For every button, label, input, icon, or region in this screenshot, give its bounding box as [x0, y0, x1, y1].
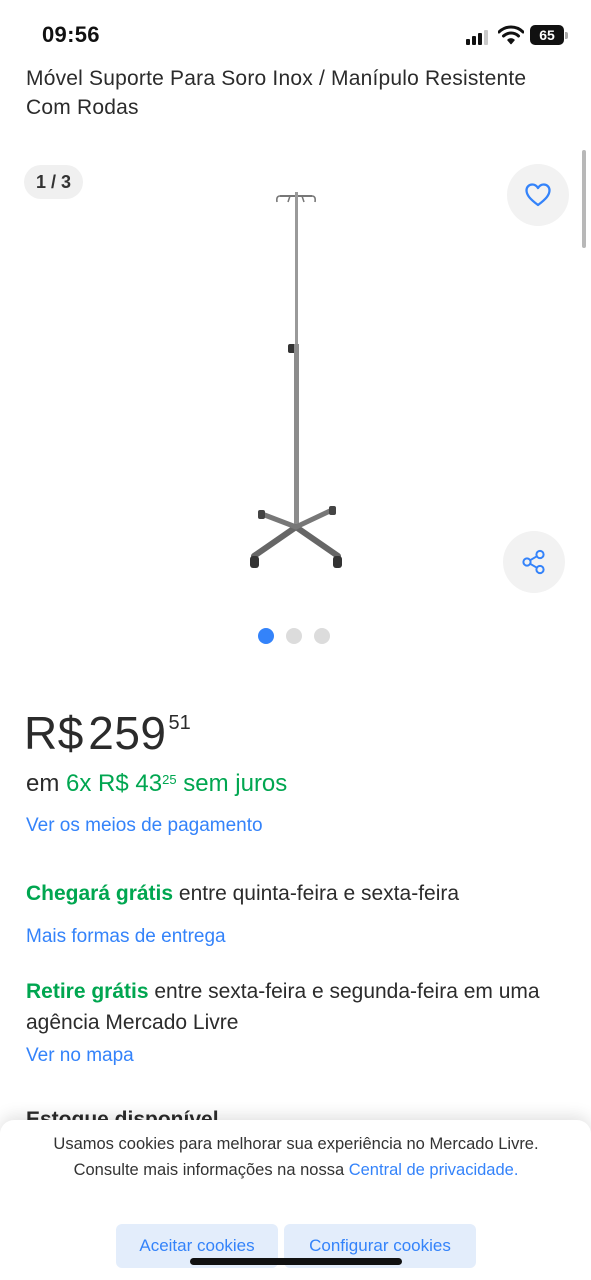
home-indicator: [190, 1258, 402, 1265]
price-currency: R$: [24, 707, 84, 759]
installments-currency: R$: [98, 770, 129, 797]
payment-methods-link[interactable]: Ver os meios de pagamento: [26, 815, 263, 837]
status-time: 09:56: [42, 22, 100, 47]
product-image[interactable]: [240, 184, 350, 576]
gallery-pagination: [258, 628, 330, 646]
installments-cents: 25: [162, 772, 177, 787]
share-button[interactable]: [503, 531, 565, 593]
installments-integer: 43: [135, 770, 163, 797]
installments-suffix: sem juros: [183, 770, 288, 797]
image-gallery[interactable]: 1 / 3: [0, 150, 591, 670]
image-counter: 1 / 3: [24, 165, 84, 199]
scrollbar[interactable]: [582, 150, 586, 248]
cookie-text: Usamos cookies para melhorar sua experiê…: [36, 1132, 556, 1183]
signal-icon: [466, 29, 490, 45]
price-cents: 51: [168, 712, 191, 734]
pickup-highlight: Retire grátis: [26, 980, 149, 1003]
cookie-banner: Usamos cookies para melhorar sua experiê…: [0, 1120, 591, 1280]
status-bar: 09:56 65: [0, 0, 591, 64]
installments-prefix: em: [26, 770, 60, 797]
gallery-dot[interactable]: [314, 628, 330, 644]
privacy-center-link[interactable]: Central de privacidade.: [349, 1161, 519, 1179]
battery-level: 65: [530, 25, 564, 45]
pickup-info: Retire grátis entre sexta-feira e segund…: [26, 976, 566, 1038]
shipping-highlight: Chegará grátis: [26, 882, 174, 905]
share-icon: [522, 549, 545, 575]
delivery-options-link[interactable]: Mais formas de entrega: [26, 926, 226, 948]
gallery-dot[interactable]: [258, 628, 274, 644]
wifi-icon: [498, 25, 524, 45]
shipping-info: Chegará grátis entre quinta-feira e sext…: [26, 882, 459, 906]
product-title: Móvel Suporte Para Soro Inox / Manípulo …: [26, 67, 527, 119]
battery-icon: 65: [530, 25, 568, 45]
gallery-dot[interactable]: [286, 628, 302, 644]
favorite-button[interactable]: [507, 164, 569, 226]
shipping-text: entre quinta-feira e sexta-feira: [173, 882, 460, 905]
price: R$ 259 51: [24, 706, 191, 760]
map-link[interactable]: Ver no mapa: [26, 1045, 134, 1067]
installments: em 6x R$ 4325 sem juros: [26, 770, 287, 798]
heart-icon: [525, 183, 551, 207]
price-integer: 259: [88, 707, 167, 759]
installments-count: 6x: [66, 770, 92, 797]
